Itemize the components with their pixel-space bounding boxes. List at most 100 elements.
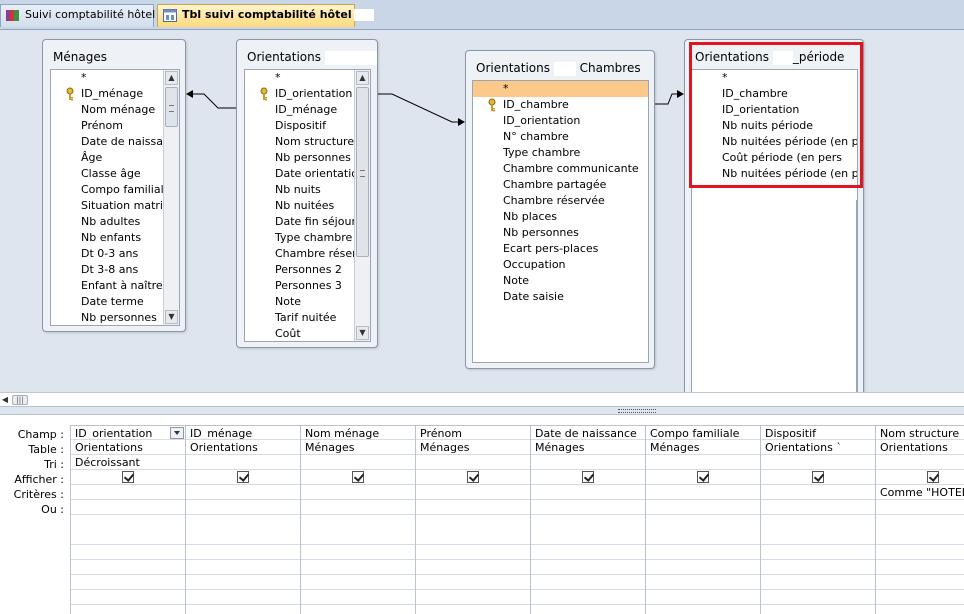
grid-cell-or[interactable] bbox=[186, 500, 300, 515]
field-item[interactable]: ID_ménage bbox=[51, 86, 179, 102]
show-checkbox[interactable] bbox=[927, 471, 939, 483]
grid-columns[interactable]: ID_orientation Orientations Décroissant ID_… bbox=[70, 425, 964, 614]
field-list[interactable]: * ID_orientation ID_ménage Dispositif Nom st… bbox=[244, 69, 371, 342]
field-item[interactable]: Dispositif bbox=[245, 118, 370, 134]
grid-cell-field[interactable]: ID_orientation bbox=[71, 425, 185, 440]
table-orientations-chambres[interactable]: Orientations Chambres * ID_chambre ID_orie… bbox=[465, 50, 655, 369]
grid-cell-show[interactable] bbox=[646, 470, 760, 485]
grid-cell-show[interactable] bbox=[531, 470, 645, 485]
scroll-down-icon[interactable]: ▼ bbox=[165, 310, 178, 324]
field-item[interactable]: Personnes 3 bbox=[245, 278, 370, 294]
grid-cell-or[interactable] bbox=[71, 500, 185, 515]
grid-cell-sort[interactable] bbox=[186, 455, 300, 470]
vertical-scrollbar[interactable]: ▲ ▼ bbox=[163, 70, 179, 325]
grid-column[interactable]: Dispositif Orientations ` bbox=[760, 425, 875, 614]
splitter-grip[interactable] bbox=[618, 409, 656, 413]
vertical-scrollbar[interactable]: ▲ ▼ bbox=[354, 70, 370, 341]
field-item[interactable]: Nb personnes bbox=[473, 225, 648, 241]
field-item[interactable]: Tarif nuitée bbox=[245, 310, 370, 326]
field-item[interactable]: Dt 3-8 ans bbox=[51, 262, 179, 278]
field-item[interactable]: Nb adultes bbox=[51, 214, 179, 230]
grid-cell-or[interactable] bbox=[761, 500, 875, 515]
grid-cell-show[interactable] bbox=[416, 470, 530, 485]
field-item[interactable]: Enfant à naître bbox=[51, 278, 179, 294]
grid-cell-or[interactable] bbox=[646, 500, 760, 515]
grid-cell-criteria[interactable] bbox=[301, 485, 415, 500]
grid-cell-criteria[interactable] bbox=[646, 485, 760, 500]
show-checkbox[interactable] bbox=[237, 471, 249, 483]
field-item[interactable]: Personnes 2 bbox=[245, 262, 370, 278]
field-item[interactable]: Situation matrim bbox=[51, 198, 179, 214]
field-item[interactable]: Type chambre bbox=[473, 145, 648, 161]
grid-cell-or[interactable] bbox=[301, 500, 415, 515]
grid-cell-field[interactable]: Prénom bbox=[416, 425, 530, 440]
field-item[interactable]: Âge bbox=[51, 150, 179, 166]
field-item[interactable]: Nb personnes bbox=[51, 310, 179, 325]
grid-cell-sort[interactable] bbox=[646, 455, 760, 470]
field-item[interactable]: Classe âge bbox=[51, 166, 179, 182]
show-checkbox[interactable] bbox=[467, 471, 479, 483]
field-item[interactable]: Date fin séjour bbox=[245, 214, 370, 230]
field-item[interactable]: * bbox=[245, 70, 370, 86]
show-checkbox[interactable] bbox=[582, 471, 594, 483]
field-item[interactable]: Nom ménage bbox=[51, 102, 179, 118]
grid-cell-field[interactable]: Nom structure bbox=[876, 425, 964, 440]
grid-cell-sort[interactable] bbox=[761, 455, 875, 470]
grid-cell-sort[interactable] bbox=[531, 455, 645, 470]
query-grid[interactable]: Champ : Table : Tri : Afficher : Critères : O… bbox=[0, 415, 964, 614]
show-checkbox[interactable] bbox=[122, 471, 134, 483]
grid-cell-table[interactable]: Orientations bbox=[71, 440, 185, 455]
field-item[interactable]: Occupation bbox=[473, 257, 648, 273]
grid-cell-sort[interactable]: Décroissant bbox=[71, 455, 185, 470]
grid-cell-field[interactable]: Compo familiale bbox=[646, 425, 760, 440]
field-item[interactable]: Coût bbox=[245, 326, 370, 341]
grid-cell-sort[interactable] bbox=[416, 455, 530, 470]
grid-cell-show[interactable] bbox=[186, 470, 300, 485]
grid-cell-show[interactable] bbox=[71, 470, 185, 485]
grid-column[interactable]: Compo familiale Ménages bbox=[645, 425, 760, 614]
field-item[interactable]: Chambre partagée bbox=[473, 177, 648, 193]
field-item[interactable]: Date de naissan bbox=[51, 134, 179, 150]
grid-cell-field[interactable]: ID_ménage bbox=[186, 425, 300, 440]
field-item[interactable]: Chambre réserv bbox=[245, 246, 370, 262]
grid-cell-criteria[interactable]: Comme "HOTEL*" bbox=[876, 485, 964, 500]
scroll-thumb[interactable] bbox=[165, 87, 178, 127]
grid-cell-table[interactable]: Orientations bbox=[186, 440, 300, 455]
grid-cell-criteria[interactable] bbox=[531, 485, 645, 500]
scroll-up-icon[interactable]: ▲ bbox=[165, 71, 178, 85]
grid-column[interactable]: Prénom Ménages bbox=[415, 425, 530, 614]
field-item[interactable]: Nb personnes bbox=[245, 150, 370, 166]
field-item[interactable]: Dt 0-3 ans bbox=[51, 246, 179, 262]
scroll-up-icon[interactable]: ▲ bbox=[356, 71, 369, 85]
grid-column[interactable]: Nom structureOrientations Comme "HOTEL*" bbox=[875, 425, 964, 614]
grid-cell-table[interactable]: Orientations bbox=[876, 440, 964, 455]
grid-cell-field[interactable]: Dispositif bbox=[761, 425, 875, 440]
field-item[interactable]: Date terme bbox=[51, 294, 179, 310]
field-item[interactable]: Type chambre bbox=[245, 230, 370, 246]
field-item[interactable]: Nb nuitées bbox=[245, 198, 370, 214]
field-item[interactable]: ID_orientation bbox=[245, 86, 370, 102]
grid-column[interactable]: Nom ménage Ménages bbox=[300, 425, 415, 614]
grid-cell-or[interactable] bbox=[531, 500, 645, 515]
field-item[interactable]: Nb enfants bbox=[51, 230, 179, 246]
grid-column[interactable]: ID_orientation Orientations Décroissant bbox=[70, 425, 185, 614]
field-item[interactable]: * bbox=[51, 70, 179, 86]
field-item[interactable]: Chambre réservée bbox=[473, 193, 648, 209]
field-item[interactable]: ID_orientation bbox=[473, 113, 648, 129]
chevron-down-icon[interactable] bbox=[170, 427, 184, 439]
grid-cell-or[interactable] bbox=[416, 500, 530, 515]
field-item[interactable]: Compo familiale bbox=[51, 182, 179, 198]
table-orientations[interactable]: Orientations * ID_orientation ID_ménage Dis… bbox=[236, 39, 378, 348]
grid-cell-field[interactable]: Nom ménage bbox=[301, 425, 415, 440]
grid-cell-table[interactable]: Ménages bbox=[301, 440, 415, 455]
grid-cell-criteria[interactable] bbox=[186, 485, 300, 500]
field-list[interactable]: * ID_chambre ID_orientation N° chambre Type … bbox=[472, 80, 649, 363]
grid-cell-show[interactable] bbox=[876, 470, 964, 485]
grid-cell-criteria[interactable] bbox=[416, 485, 530, 500]
scroll-down-icon[interactable]: ▼ bbox=[356, 326, 369, 340]
grid-cell-criteria[interactable] bbox=[761, 485, 875, 500]
grid-cell-show[interactable] bbox=[301, 470, 415, 485]
grid-column[interactable]: Date de naissance Ménages bbox=[530, 425, 645, 614]
show-checkbox[interactable] bbox=[697, 471, 709, 483]
grid-cell-sort[interactable] bbox=[301, 455, 415, 470]
